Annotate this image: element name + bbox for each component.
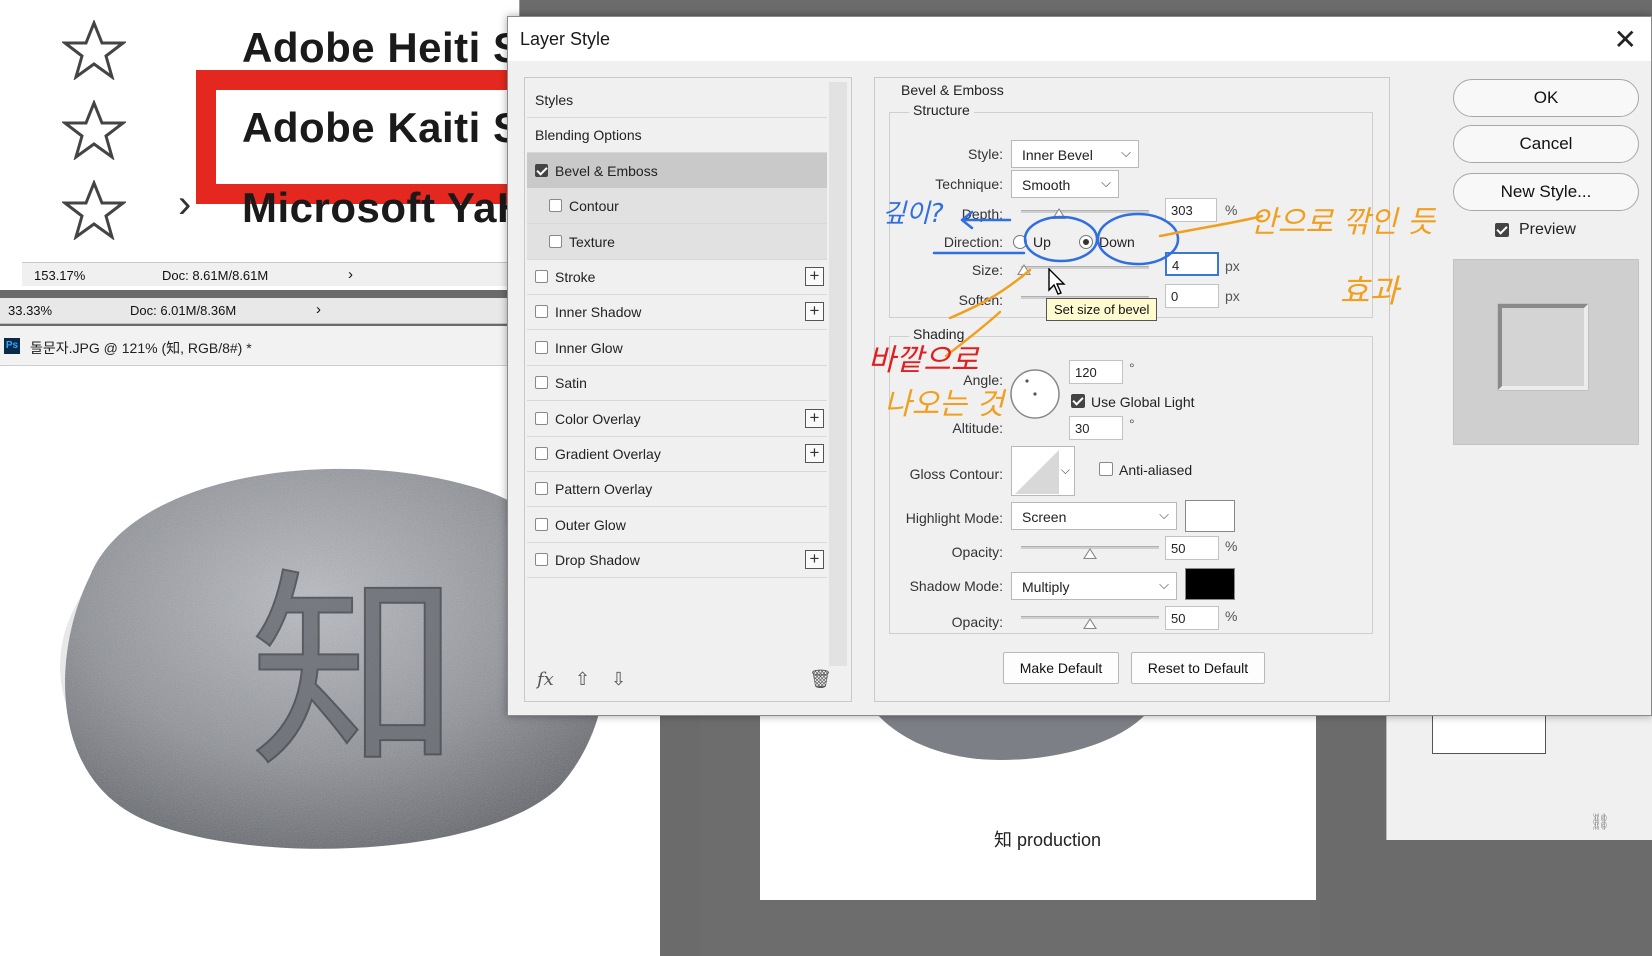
annotation-depth-note: 깊이? (882, 199, 944, 229)
annotation-effect-note: 효과 (1340, 272, 1401, 310)
annotation-line (948, 268, 1032, 320)
annotation-direction-note: 안으로 깎인 듯 (1250, 205, 1436, 240)
annotation-reverse-note: 나오는 것 (884, 387, 1007, 422)
annotation-reverse-note: 바깥으로 (868, 343, 980, 378)
annotation-overlay: 깊이? 안으로 깎인 듯 효과 바깥으로 나오는 것 (868, 199, 1436, 422)
annotation-line (1158, 214, 1264, 238)
annotation-circle (1023, 215, 1099, 263)
annotation-arrow (960, 210, 1012, 230)
annotation-circle (1096, 212, 1180, 266)
